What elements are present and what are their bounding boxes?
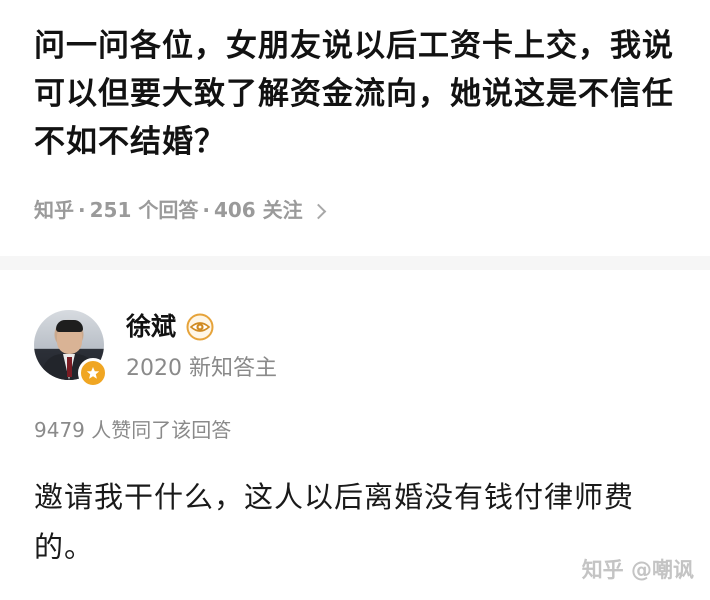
answer-card: 徐斌 2020 新知答主 9479 人赞同了该回答 邀请我干什么，这人以后离婚没… xyxy=(0,270,710,600)
question-meta[interactable]: 知乎 · 251 个回答 · 406 关注 xyxy=(34,196,326,224)
zhihu-answer-screenshot: 问一问各位，女朋友说以后工资卡上交，我说可以但要大致了解资金流向，她说这是不信任… xyxy=(0,0,710,600)
eye-icon xyxy=(186,313,214,341)
meta-separator: · xyxy=(78,198,86,222)
source-label: 知乎 xyxy=(34,198,74,222)
question-title[interactable]: 问一问各位，女朋友说以后工资卡上交，我说可以但要大致了解资金流向，她说这是不信任… xyxy=(34,22,684,166)
question-card[interactable]: 问一问各位，女朋友说以后工资卡上交，我说可以但要大致了解资金流向，她说这是不信任… xyxy=(0,0,710,248)
author-name[interactable]: 徐斌 xyxy=(126,310,214,344)
author-name-text[interactable]: 徐斌 xyxy=(126,310,176,344)
chevron-right-icon[interactable] xyxy=(310,203,326,219)
follower-count: 406 关注 xyxy=(213,198,303,222)
section-divider xyxy=(0,256,710,270)
watermark: 知乎 @嘲讽 xyxy=(581,558,694,582)
star-badge-icon xyxy=(78,358,108,388)
meta-separator: · xyxy=(202,198,210,222)
author-description: 2020 新知答主 xyxy=(126,356,277,381)
answer-count: 251 个回答 xyxy=(89,198,199,222)
vote-count: 9479 人赞同了该回答 xyxy=(34,418,232,442)
